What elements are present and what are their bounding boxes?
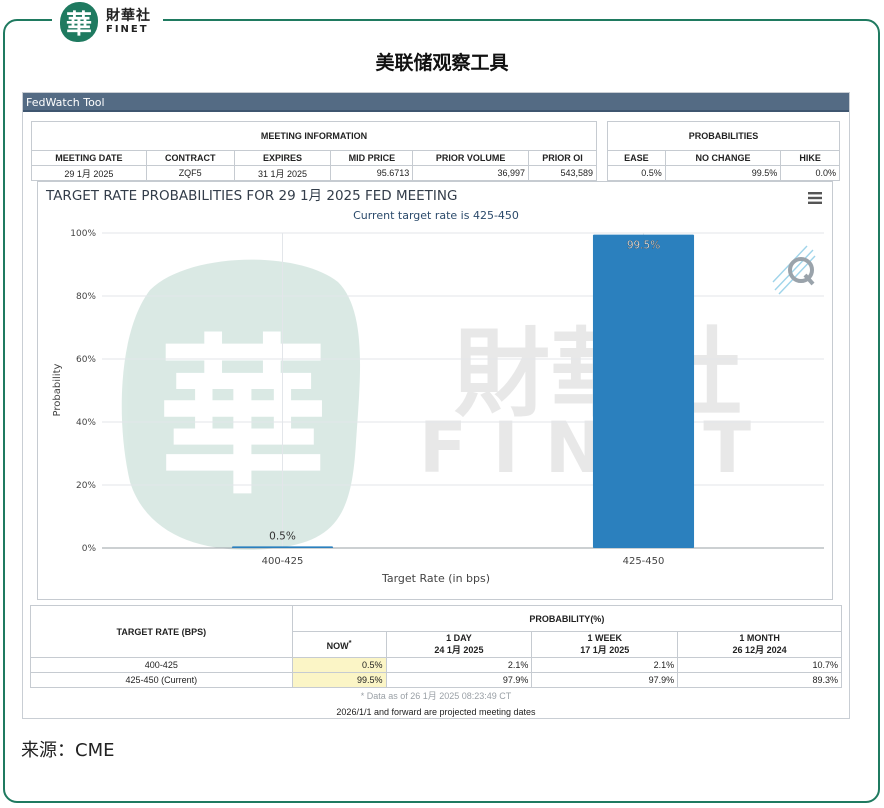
x-axis-label: Target Rate (in bps) <box>381 572 490 585</box>
bar <box>231 546 334 548</box>
y-tick-label: 60% <box>76 355 96 365</box>
no-change-value: 99.5% <box>664 165 782 181</box>
row-rate: 400-425 <box>30 657 293 673</box>
mid-price-value: 95.6713 <box>330 165 414 181</box>
brand-seal: 華 <box>60 2 98 42</box>
brand-name-cn: 財華社 <box>106 8 151 24</box>
chart-subtitle: Current target rate is 425-450 <box>353 209 519 222</box>
col-prior-oi: PRIOR OI <box>528 150 597 166</box>
col-expires: EXPIRES <box>233 150 332 166</box>
data-label: 99.5% <box>627 240 660 252</box>
brand-logo: 華 財華社 FINET <box>52 0 163 44</box>
hike-value: 0.0% <box>780 165 840 181</box>
row-1-day: 2.1% <box>385 657 533 673</box>
prior-volume-value: 36,997 <box>412 165 530 181</box>
y-tick-label: 0% <box>82 544 97 554</box>
ease-value: 0.5% <box>607 165 666 181</box>
projection-footnote: 2026/1/1 and forward are projected meeti… <box>336 707 536 717</box>
data-timestamp-note: * Data as of 26 1月 2025 08:23:49 CT <box>360 691 512 701</box>
col-prior-volume: PRIOR VOLUME <box>412 150 530 166</box>
page-title: 美联储观察工具 <box>375 52 509 74</box>
table-row: 425-450 (Current) 99.5% 97.9% 97.9% 89.3… <box>30 672 842 688</box>
col-now: NOW* <box>291 631 387 658</box>
meeting-info-heading: MEETING INFORMATION <box>31 121 597 151</box>
row-1-month: 10.7% <box>677 657 842 673</box>
probability-heading: PROBABILITY(%) <box>291 605 843 632</box>
row-1-month: 89.3% <box>677 672 842 688</box>
prior-oi-value: 543,589 <box>528 165 597 181</box>
brand-name-en: FINET <box>106 24 149 35</box>
col-no-change: NO CHANGE <box>664 150 782 166</box>
meeting-date-value: 29 1月 2025 <box>31 165 147 181</box>
probabilities-table: PROBABILITIES EASE NO CHANGE HIKE 0.5% 9… <box>607 121 840 181</box>
watermark-seal-char: 華 <box>158 318 328 518</box>
q-logo-icon <box>772 245 816 295</box>
chart-container: 華 財華社 FINET TARGET RATE PROBABILITIES FO… <box>37 181 833 600</box>
panel-title: FedWatch Tool <box>23 93 849 112</box>
target-rate-heading: TARGET RATE (BPS) <box>30 605 293 658</box>
bar <box>592 234 695 548</box>
row-1-day: 97.9% <box>385 672 533 688</box>
col-1-month: 1 MONTH 26 12月 2024 <box>677 631 842 658</box>
chart-title: TARGET RATE PROBABILITIES FOR 29 1月 2025… <box>45 188 457 204</box>
rate-probability-table: TARGET RATE (BPS) PROBABILITY(%) NOW* 1 … <box>30 605 843 688</box>
contract-value: ZQF5 <box>145 165 235 181</box>
x-tick-label: 425-450 <box>623 556 665 567</box>
fedwatch-panel: FedWatch Tool MEETING INFORMATION MEETIN… <box>22 92 850 719</box>
y-tick-label: 20% <box>76 481 96 491</box>
col-hike: HIKE <box>780 150 840 166</box>
col-1-week: 1 WEEK 17 1月 2025 <box>531 631 679 658</box>
row-1-week: 97.9% <box>531 672 679 688</box>
row-1-week: 2.1% <box>531 657 679 673</box>
meeting-info-table: MEETING INFORMATION MEETING DATE CONTRAC… <box>31 121 597 181</box>
y-axis-label: Probability <box>52 363 63 416</box>
col-mid-price: MID PRICE <box>330 150 414 166</box>
x-tick-label: 400-425 <box>262 556 304 567</box>
data-label: 0.5% <box>269 530 296 542</box>
expires-value: 31 1月 2025 <box>233 165 332 181</box>
hamburger-icon[interactable] <box>808 192 822 204</box>
col-ease: EASE <box>607 150 666 166</box>
table-row: 400-425 0.5% 2.1% 2.1% 10.7% <box>30 657 842 673</box>
y-tick-label: 80% <box>76 292 96 302</box>
bar-chart: 華 財華社 FINET TARGET RATE PROBABILITIES FO… <box>45 188 824 585</box>
source-caption: 来源：CME <box>21 740 115 761</box>
col-contract: CONTRACT <box>145 150 235 166</box>
probabilities-heading: PROBABILITIES <box>607 121 840 151</box>
y-tick-label: 100% <box>70 229 96 239</box>
col-1-day: 1 DAY 24 1月 2025 <box>385 631 533 658</box>
y-tick-label: 40% <box>76 418 96 428</box>
row-now: 99.5% <box>291 672 387 688</box>
row-rate: 425-450 (Current) <box>30 672 293 688</box>
row-now: 0.5% <box>291 657 387 673</box>
col-meeting-date: MEETING DATE <box>31 150 147 166</box>
